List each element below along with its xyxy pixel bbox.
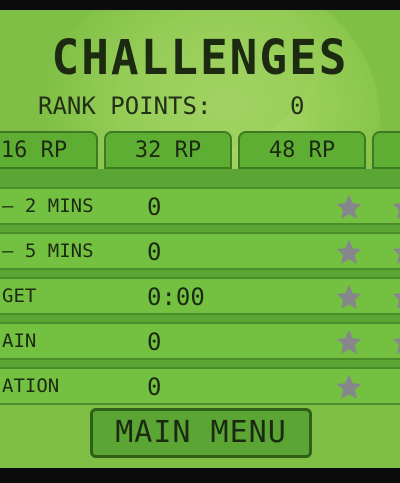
star-icon bbox=[336, 374, 362, 399]
challenge-label: – 5 MINS bbox=[2, 240, 94, 262]
challenges-screen: CHALLENGES RANK POINTS: 0 16 RP 32 RP 48… bbox=[0, 10, 400, 468]
challenge-value: 0 bbox=[147, 373, 162, 401]
challenge-label: – 2 MINS bbox=[2, 195, 94, 217]
challenge-row[interactable]: ATION 0 bbox=[0, 367, 400, 405]
star-icon bbox=[336, 239, 362, 264]
star-icon bbox=[392, 203, 400, 219]
rank-points-value: 0 bbox=[290, 92, 305, 120]
challenge-value: 0 bbox=[147, 328, 162, 356]
rank-tabs: 16 RP 32 RP 48 RP bbox=[0, 131, 400, 171]
star-icon bbox=[392, 293, 400, 309]
star-icon bbox=[392, 248, 400, 264]
star-icon bbox=[336, 329, 362, 354]
page-title: CHALLENGES bbox=[51, 28, 349, 86]
challenge-value: 0:00 bbox=[147, 283, 205, 311]
tab-48-rp[interactable]: 48 RP bbox=[238, 131, 366, 169]
star-icon bbox=[392, 338, 400, 354]
challenge-label: AIN bbox=[2, 330, 37, 352]
challenge-row[interactable]: – 5 MINS 0 bbox=[0, 232, 400, 270]
challenge-value: 0 bbox=[147, 238, 162, 266]
star-icon bbox=[336, 194, 362, 219]
rank-points-label: RANK POINTS: bbox=[38, 92, 212, 120]
star-icon bbox=[336, 284, 362, 309]
tab-next[interactable] bbox=[372, 131, 400, 169]
challenge-row[interactable]: GET 0:00 bbox=[0, 277, 400, 315]
tab-16-rp[interactable]: 16 RP bbox=[0, 131, 98, 169]
tab-32-rp[interactable]: 32 RP bbox=[104, 131, 232, 169]
challenge-row[interactable]: – 2 MINS 0 bbox=[0, 187, 400, 225]
challenge-label: GET bbox=[2, 285, 37, 307]
challenge-row[interactable]: AIN 0 bbox=[0, 322, 400, 360]
challenge-value: 0 bbox=[147, 193, 162, 221]
challenge-list: – 2 MINS 0 – 5 MINS 0 GET 0:00 AIN 0 ATI… bbox=[0, 169, 400, 405]
main-menu-button[interactable]: MAIN MENU bbox=[90, 408, 312, 458]
challenge-label: ATION bbox=[2, 375, 60, 397]
